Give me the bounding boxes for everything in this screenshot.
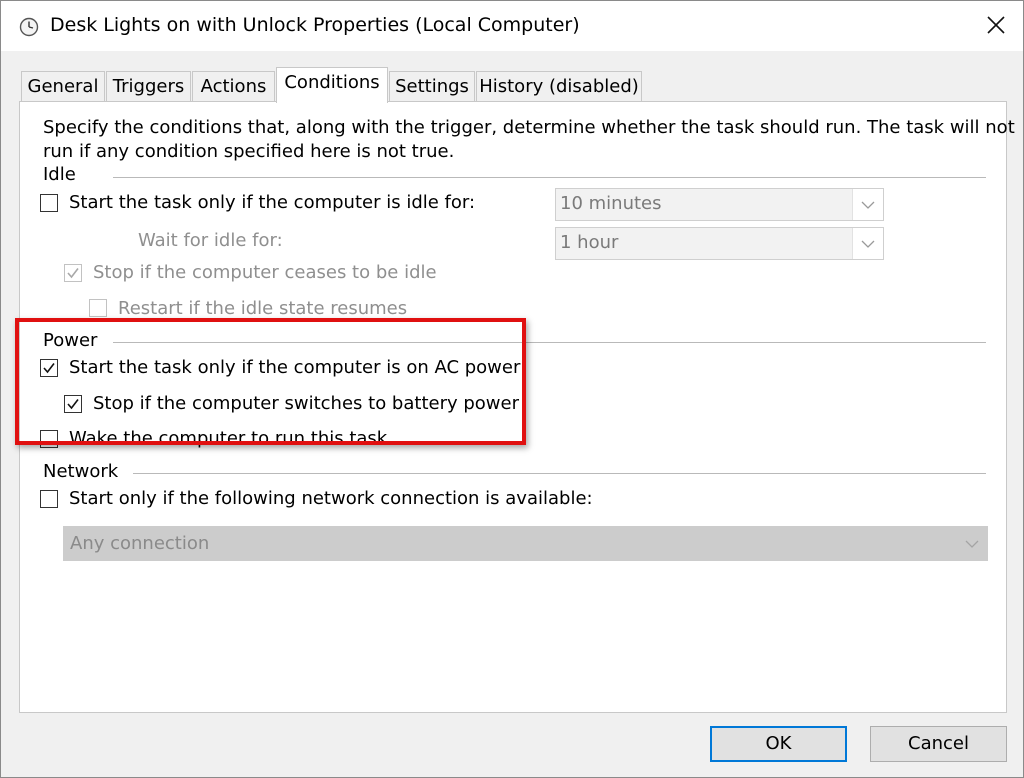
task-properties-dialog: Desk Lights on with Unlock Properties (L… (0, 0, 1024, 778)
network-connection-select[interactable]: Any connection (63, 526, 988, 561)
power-group-divider (113, 342, 986, 343)
wait-for-idle-select[interactable]: 1 hour (555, 227, 884, 260)
checkmark-icon (67, 268, 79, 279)
network-connection-value: Any connection (70, 533, 210, 554)
title-bar: Desk Lights on with Unlock Properties (L… (1, 1, 1023, 51)
wait-for-idle-label: Wait for idle for: (138, 230, 283, 251)
checkmark-icon (43, 363, 55, 374)
tab-history[interactable]: History (disabled) (476, 71, 642, 102)
stop-if-ceases-idle-label: Stop if the computer ceases to be idle (93, 262, 437, 283)
tab-triggers[interactable]: Triggers (106, 71, 191, 102)
idle-duration-select[interactable]: 10 minutes (555, 188, 884, 221)
battery-power-label: Stop if the computer switches to battery… (93, 393, 519, 414)
description-line-1: Specify the conditions that, along with … (43, 117, 1015, 138)
wake-computer-label: Wake the computer to run this task (69, 428, 388, 449)
tab-settings[interactable]: Settings (389, 71, 475, 102)
ok-button[interactable]: OK (710, 726, 847, 762)
ac-power-label: Start the task only if the computer is o… (69, 357, 521, 378)
network-checkbox[interactable] (40, 490, 58, 508)
close-button[interactable] (981, 10, 1011, 40)
tab-general[interactable]: General (21, 71, 105, 102)
network-label: Start only if the following network conn… (69, 488, 593, 509)
description-line-2: run if any condition specified here is n… (43, 141, 455, 162)
network-group-divider (133, 473, 986, 474)
restart-if-idle-resumes-checkbox[interactable] (89, 299, 107, 317)
chevron-down-icon (957, 527, 987, 560)
wake-computer-checkbox[interactable] (40, 430, 58, 448)
close-icon (987, 16, 1005, 34)
chevron-down-icon (852, 189, 883, 220)
battery-power-checkbox[interactable] (64, 395, 82, 413)
checkmark-icon (67, 399, 79, 410)
idle-group-heading: Idle (43, 164, 76, 185)
cancel-button[interactable]: Cancel (870, 726, 1007, 762)
chevron-down-icon (852, 228, 883, 259)
idle-group-divider (113, 177, 986, 178)
stop-if-ceases-idle-checkbox[interactable] (64, 264, 82, 282)
idle-duration-value: 10 minutes (560, 193, 662, 214)
ac-power-checkbox[interactable] (40, 359, 58, 377)
power-group-heading: Power (43, 330, 98, 351)
wait-for-idle-value: 1 hour (560, 232, 619, 253)
idle-start-label: Start the task only if the computer is i… (69, 192, 476, 213)
restart-if-idle-resumes-label: Restart if the idle state resumes (118, 298, 408, 319)
window-title: Desk Lights on with Unlock Properties (L… (50, 14, 580, 36)
network-group-heading: Network (43, 461, 119, 482)
task-scheduler-clock-icon (19, 17, 39, 37)
tab-actions[interactable]: Actions (192, 71, 275, 102)
idle-start-checkbox[interactable] (40, 194, 58, 212)
tab-conditions[interactable]: Conditions (276, 67, 388, 103)
